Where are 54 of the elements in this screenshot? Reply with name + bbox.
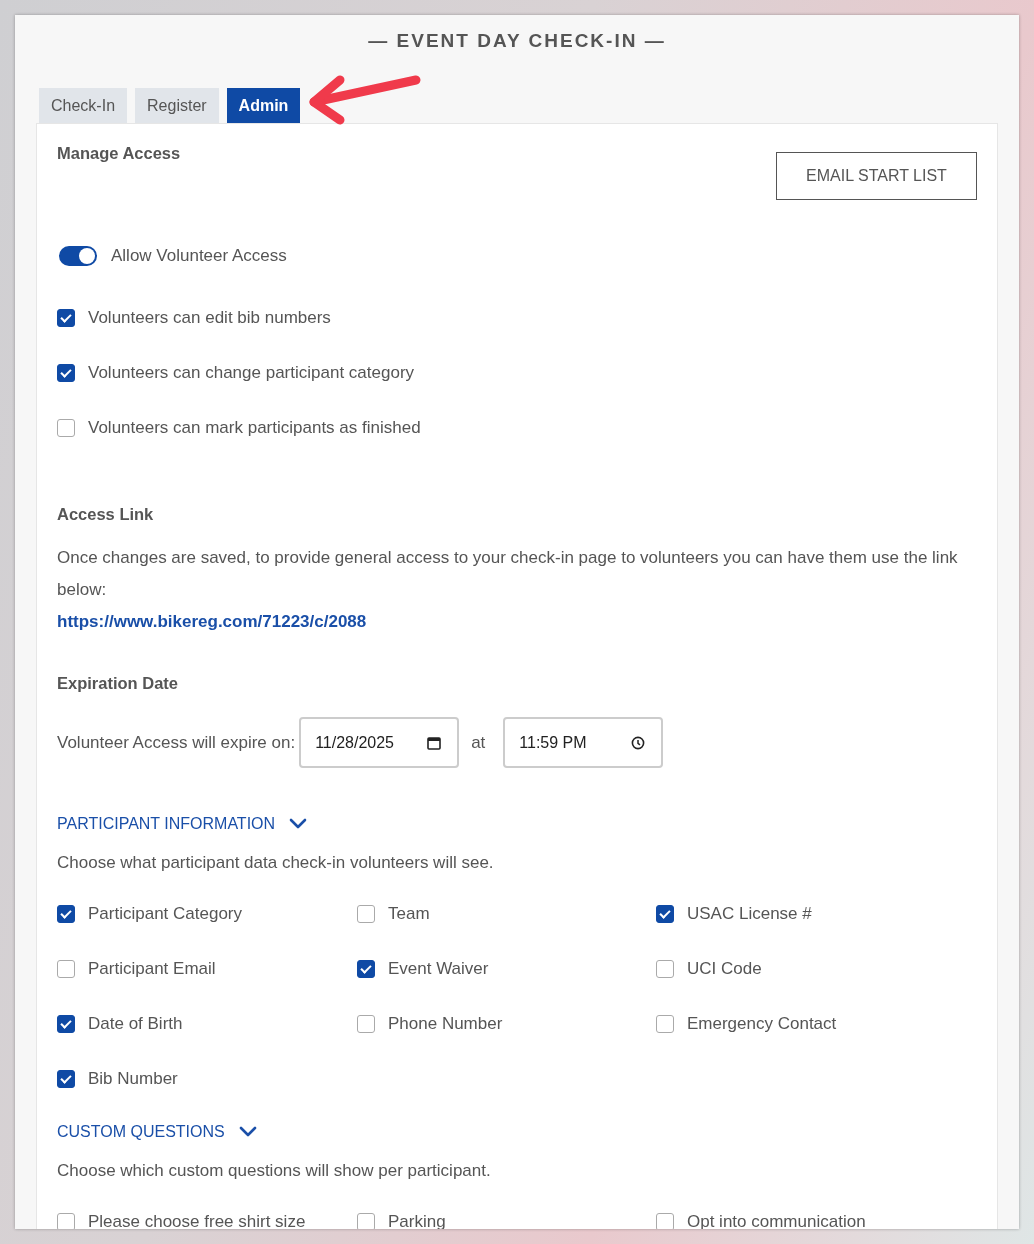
tab[interactable]: Register — [135, 88, 219, 123]
page-title: — EVENT DAY CHECK-IN — — [367, 29, 667, 53]
checkbox[interactable] — [57, 418, 75, 437]
checkbox[interactable] — [57, 308, 75, 327]
checkbox[interactable] — [57, 363, 75, 382]
access-link-description: Once changes are saved, to provide general access to your check-in page to volunteers you can have them use the link below: — [57, 547, 959, 601]
checkbox[interactable] — [57, 1014, 75, 1033]
checkbox-label: Participant Email — [88, 958, 216, 979]
checkbox-label: Emergency Contact — [687, 1013, 837, 1034]
section-heading: Access Link — [57, 505, 155, 524]
section-heading: Expiration Date — [57, 674, 180, 693]
calendar-icon — [427, 735, 442, 750]
checkbox-label: USAC License # — [687, 903, 812, 924]
checkbox[interactable] — [357, 904, 375, 923]
access-link[interactable]: https://www.bikereg.com/71223/c/2088 — [57, 606, 367, 638]
checkbox-label: UCI Code — [687, 958, 762, 979]
checkbox[interactable] — [656, 904, 674, 923]
section-toggle[interactable]: CUSTOM QUESTIONS — [57, 1123, 257, 1141]
checkbox-label: Volunteers can change participant category — [88, 362, 415, 383]
checkbox[interactable] — [357, 1212, 375, 1229]
checkbox[interactable] — [57, 959, 75, 978]
checkbox-label: Bib Number — [88, 1068, 178, 1089]
checkbox[interactable] — [656, 1014, 674, 1033]
checkbox[interactable] — [656, 1212, 674, 1229]
section-description: Choose what participant data check-in volunteers will see. — [57, 853, 495, 873]
checkbox-label: Phone Number — [388, 1013, 503, 1034]
section-heading: Manage Access — [57, 144, 181, 163]
checkbox-label: Please choose free shirt size — [88, 1211, 306, 1229]
chevron-down-icon[interactable] — [289, 818, 308, 830]
toggle-switch[interactable] — [59, 246, 97, 266]
checkbox-label: Volunteers can mark participants as finished — [88, 417, 421, 438]
date-field[interactable]: 11/28/2025 — [299, 717, 460, 768]
checkbox[interactable] — [357, 1014, 375, 1033]
checkbox-label: Participant Category — [88, 903, 243, 924]
checkbox[interactable] — [57, 904, 75, 923]
email-start-list-button[interactable]: EMAIL START LIST — [776, 152, 977, 200]
checkbox-label: Volunteers can edit bib numbers — [88, 307, 331, 328]
time-field[interactable]: 11:59 PM — [503, 717, 664, 768]
checkbox[interactable] — [357, 959, 375, 978]
section-toggle[interactable]: PARTICIPANT INFORMATION — [57, 815, 308, 833]
checkbox[interactable] — [57, 1069, 75, 1088]
chevron-down-icon[interactable] — [238, 1126, 257, 1138]
tab[interactable]: Check-In — [39, 88, 128, 123]
toggle-label: Allow Volunteer Access — [111, 246, 287, 266]
checkbox-label: Event Waiver — [388, 958, 489, 979]
at-label: at — [471, 732, 486, 753]
checkbox[interactable] — [57, 1212, 75, 1229]
checkbox-label: Date of Birth — [88, 1013, 183, 1034]
expiration-label: Volunteer Access will expire on: — [57, 732, 296, 753]
section-description: Choose which custom questions will show per participant. — [57, 1161, 492, 1181]
checkbox-label: Team — [388, 903, 430, 924]
checkbox[interactable] — [656, 959, 674, 978]
tab[interactable]: Admin — [226, 88, 301, 123]
clock-icon — [631, 735, 646, 750]
